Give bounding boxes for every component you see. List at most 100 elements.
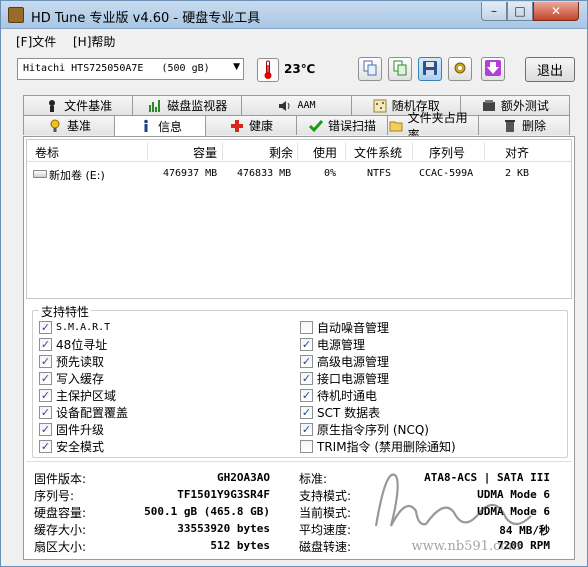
feature-label: 接口电源管理: [317, 371, 390, 386]
options-button[interactable]: [448, 57, 472, 81]
tab-erase[interactable]: 删除: [478, 115, 570, 135]
feature-label: 电源管理: [317, 337, 366, 352]
feature-label: 安全模式: [56, 439, 105, 454]
volume-filesystem: NTFS: [367, 168, 392, 179]
copy-icon: [362, 60, 378, 79]
drive-select-value: Hitachi HTS725050A7E (500 gB): [23, 63, 210, 74]
column-divider: [147, 142, 148, 160]
tab-health[interactable]: 健康: [205, 115, 297, 135]
tab-label: 磁盘监视器: [167, 99, 228, 113]
info-label: 缓存大小:: [34, 523, 87, 537]
minimize-button[interactable]: –: [481, 2, 507, 21]
tab-file-benchmark[interactable]: 文件基准: [23, 95, 134, 115]
tabs-row-bottom: 基准 信息 健康 错误扫描 文件夹占用率 删除: [23, 111, 570, 142]
feature-label: 原生指令序列 (NCQ): [317, 422, 429, 437]
column-header[interactable]: 对齐: [505, 144, 529, 161]
floppy-disk-icon: [422, 60, 438, 79]
exit-button[interactable]: 退出: [525, 57, 575, 82]
title-bar[interactable]: HD Tune 专业版 v4.60 - 硬盘专业工具 – □ ✕: [1, 1, 587, 29]
feature-power-up-standby: ✓ 待机时通电: [300, 387, 377, 403]
tab-benchmark[interactable]: 基准: [23, 115, 115, 135]
info-label: 扇区大小:: [34, 540, 87, 554]
column-header[interactable]: 文件系统: [354, 144, 402, 161]
random-access-icon: [372, 98, 388, 114]
column-header[interactable]: 剩余: [269, 144, 293, 161]
tab-label: 错误扫描: [327, 119, 376, 133]
tab-error-scan[interactable]: 错误扫描: [296, 115, 388, 135]
features-title: 支持特性: [39, 303, 92, 320]
toolbar: Hitachi HTS725050A7E (500 gB) ▼ 23℃ 退出: [1, 51, 587, 89]
checkbox: ✓: [39, 371, 52, 385]
close-button[interactable]: ✕: [533, 2, 579, 21]
copy-all-icon: [392, 60, 408, 79]
checkbox: ✓: [300, 354, 313, 368]
tab-info[interactable]: 信息: [114, 115, 206, 136]
column-header[interactable]: 卷标: [35, 144, 59, 161]
tab-folder-usage[interactable]: 文件夹占用率: [387, 111, 479, 142]
checkbox: ✓: [39, 354, 52, 368]
file-benchmark-icon: [44, 98, 60, 114]
error-scan-icon: [308, 118, 324, 134]
info-value: ATA8-ACS | SATA III: [424, 471, 550, 484]
feature-48bit: ✓ 48位寻址: [39, 336, 107, 352]
feature-label: 固件升级: [56, 422, 105, 437]
tab-label: 信息: [157, 119, 182, 134]
feature-interface-power: ✓ 接口电源管理: [300, 370, 389, 386]
feature-dco: ✓ 设备配置覆盖: [39, 404, 128, 420]
column-header[interactable]: 使用: [313, 144, 337, 161]
feature-label: 写入缓存: [56, 371, 105, 386]
info-label: 支持模式:: [299, 489, 352, 503]
tab-disk-monitor[interactable]: 磁盘监视器: [132, 95, 243, 115]
copy-info-button[interactable]: [358, 57, 382, 81]
info-icon: [138, 118, 154, 134]
info-value: UDMA Mode 6: [477, 505, 550, 518]
checkbox: ✓: [39, 439, 52, 453]
info-value: GH2OA3AO: [217, 471, 270, 484]
tab-label: 额外测试: [500, 99, 549, 113]
drive-select[interactable]: Hitachi HTS725050A7E (500 gB) ▼: [17, 58, 244, 80]
volume-capacity: 476937 MB: [163, 168, 218, 179]
download-button[interactable]: [481, 57, 505, 81]
drive-icon: [33, 170, 47, 178]
feature-label: 高级电源管理: [317, 354, 390, 369]
temperature-readout: 23℃: [284, 62, 316, 76]
feature-label: 待机时通电: [317, 388, 378, 403]
feature-trim: TRIM指令 (禁用删除通知): [300, 438, 456, 454]
feature-sct: ✓ SCT 数据表: [300, 404, 380, 420]
info-value: 84 MB/秒: [499, 524, 550, 537]
tab-aam[interactable]: AAM: [241, 95, 352, 115]
tab-label: 健康: [248, 119, 273, 133]
column-header[interactable]: 容量: [193, 144, 217, 161]
volume-usage: 0%: [324, 168, 337, 179]
column-divider: [412, 142, 413, 160]
feature-hpa: ✓ 主保护区域: [39, 387, 116, 403]
tab-label: AAM: [297, 100, 316, 111]
info-label: 标准:: [299, 472, 328, 486]
table-row[interactable]: 新加卷 (E:) 476937 MB 476833 MB 0% NTFS CCA…: [27, 166, 571, 184]
feature-write-cache: ✓ 写入缓存: [39, 370, 104, 386]
volume-alignment: 2 KB: [505, 168, 530, 179]
info-label: 序列号:: [34, 489, 75, 503]
window-title: HD Tune 专业版 v4.60 - 硬盘专业工具: [31, 11, 261, 26]
volume-list[interactable]: 卷标 容量 剩余 使用 文件系统 序列号 对齐 新加卷 (E:) 476937 …: [26, 139, 572, 299]
menu-help[interactable]: [H]帮助: [73, 33, 115, 50]
info-value: 7200 RPM: [497, 539, 550, 552]
column-divider: [484, 142, 485, 160]
column-header[interactable]: 序列号: [429, 144, 465, 161]
maximize-button[interactable]: □: [507, 2, 533, 21]
copy-all-button[interactable]: [388, 57, 412, 81]
checkbox: ✓: [300, 422, 313, 436]
checkbox: ✓: [39, 422, 52, 436]
feature-aam: 自动噪音管理: [300, 319, 389, 335]
menu-bar: [F]文件 [H]帮助: [1, 29, 587, 51]
save-button[interactable]: [418, 57, 442, 81]
checkbox: ✓: [300, 371, 313, 385]
volume-free: 476833 MB: [237, 168, 292, 179]
info-value: TF1501Y9G3SR4F: [177, 488, 270, 501]
column-divider: [297, 142, 298, 160]
feature-label: 自动噪音管理: [317, 320, 390, 335]
column-divider: [222, 142, 223, 160]
app-window: HD Tune 专业版 v4.60 - 硬盘专业工具 – □ ✕ [F]文件 […: [0, 0, 588, 567]
menu-file[interactable]: [F]文件: [16, 33, 56, 50]
feature-apm: ✓ 高级电源管理: [300, 353, 389, 369]
